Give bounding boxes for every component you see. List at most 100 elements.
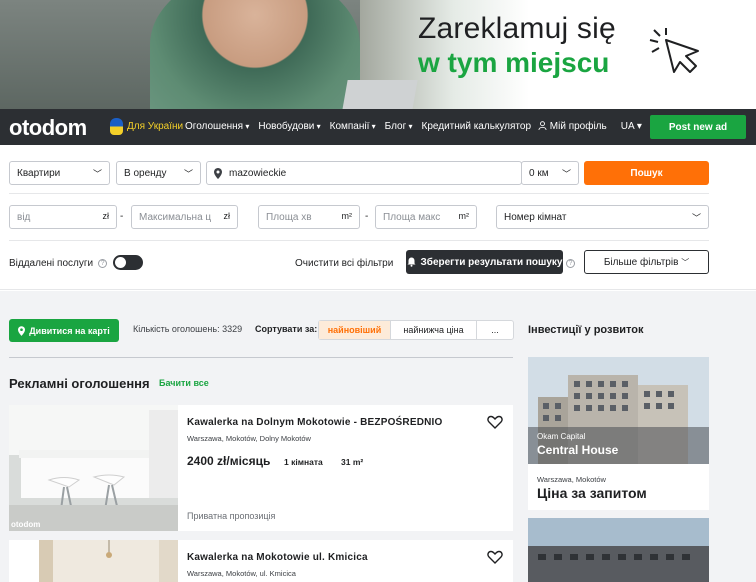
rooms-select[interactable]: Номер кімнат ﹀	[496, 205, 709, 229]
location-input[interactable]: mazowieckie	[206, 161, 522, 185]
listing-title[interactable]: Kawalerka na Dolnym Mokotowie - BEZPOŚRE…	[187, 417, 443, 428]
location-pin-icon	[214, 168, 222, 179]
transaction-type-value: В оренду	[124, 167, 167, 179]
property-type-select[interactable]: Квартири ﹀	[9, 161, 110, 185]
remote-services-text: Віддалені послуги	[9, 258, 94, 269]
info-icon[interactable]: ?	[566, 259, 575, 268]
ukraine-link[interactable]: Для України	[110, 118, 183, 135]
listing-title[interactable]: Kawalerka na Mokotowie ul. Kmicica	[187, 552, 368, 563]
banner-photo	[150, 0, 360, 109]
investment-card[interactable]: Okam Capital Central House Warszawa, Mok…	[528, 357, 709, 510]
view-on-map-label: Дивитися на карті	[29, 325, 110, 336]
my-profile-link[interactable]: Мій профіль	[538, 121, 607, 132]
banner-headline: Zareklamuj się	[418, 12, 616, 45]
nav-item-companies[interactable]: Компанії	[330, 121, 376, 132]
sort-label: Сортувати за:	[255, 324, 318, 334]
property-type-value: Квартири	[17, 167, 61, 179]
language-select[interactable]: UA ▾	[621, 121, 642, 132]
post-ad-button[interactable]: Post new ad	[650, 115, 746, 139]
heart-icon[interactable]	[487, 414, 503, 430]
sort-lowest-price[interactable]: найнижча ціна	[391, 321, 477, 339]
view-on-map-button[interactable]: Дивитися на карті	[9, 319, 119, 342]
chevron-down-icon: ﹀	[183, 169, 193, 179]
banner-subline: w tym miejscu	[418, 47, 610, 78]
range-dash: -	[120, 211, 124, 222]
chevron-down-icon: ﹀	[681, 257, 690, 267]
area-to-input[interactable]: Площа макс m²	[375, 205, 477, 229]
nav-item-listings[interactable]: Оголошення	[185, 121, 249, 132]
my-profile-label: Мій профіль	[549, 121, 607, 132]
listing-area: 31 m²	[341, 457, 364, 467]
otodom-logo[interactable]: otodom	[9, 115, 87, 141]
photo-watermark: otodom	[11, 520, 41, 529]
transaction-type-select[interactable]: В оренду ﹀	[116, 161, 201, 185]
sort-newest[interactable]: найновіший	[319, 321, 391, 339]
investments-title: Інвестиції у розвиток	[528, 324, 644, 336]
nav-item-blog[interactable]: Блог	[385, 121, 413, 132]
more-filters-label: Більше фільтрів	[603, 256, 679, 268]
clear-filters-link[interactable]: Очистити всі фільтри	[295, 258, 393, 269]
heart-icon[interactable]	[487, 549, 503, 565]
bell-icon	[407, 257, 415, 267]
kitchen-image	[9, 405, 178, 531]
listing-address: Warszawa, Mokotów, ul. Kmicica	[187, 569, 296, 578]
sort-more[interactable]: ...	[477, 321, 513, 339]
ad-banner[interactable]: Zareklamuj się w tym miejscu	[0, 0, 756, 109]
investment-price: Ціна за запитом	[537, 485, 647, 501]
chevron-down-icon: ﹀	[691, 213, 701, 223]
interior-image	[9, 540, 178, 582]
radius-select[interactable]: 0 км ﹀	[521, 161, 579, 185]
nav-item-new-builds[interactable]: Новобудови	[258, 121, 320, 132]
area-to-placeholder: Площа макс	[383, 211, 441, 223]
area-from-unit: m²	[341, 211, 353, 221]
language-label: UA	[620, 121, 635, 132]
save-search-label: Зберегти результати пошуку	[420, 256, 563, 268]
listing-card[interactable]: otodom Kawalerka na Dolnym Mokotowie - B…	[9, 405, 513, 531]
user-icon	[538, 121, 547, 131]
investment-address: Warszawa, Mokotów	[537, 475, 606, 484]
price-to-input[interactable]: Максимальна ціна zł	[131, 205, 238, 229]
nav-item-credit-calculator[interactable]: Кредитний калькулятор	[422, 121, 532, 132]
save-search-button[interactable]: Зберегти результати пошуку	[406, 250, 563, 274]
cursor-click-icon	[649, 28, 699, 73]
ukraine-link-label: Для України	[127, 121, 184, 132]
area-to-unit: m²	[458, 211, 470, 221]
area-from-placeholder: Площа хв	[266, 211, 312, 223]
location-pin-icon	[18, 325, 26, 336]
investment-photo[interactable]: Okam Capital Central House	[528, 357, 709, 464]
results-area: Дивитися на карті Кількість оголошень: 3…	[0, 291, 756, 582]
listing-owner-type: Приватна пропозиція	[187, 511, 276, 521]
nav-links: Оголошення Новобудови Компанії Блог Кред…	[185, 121, 531, 132]
sort-options: найновіший найнижча ціна ...	[318, 320, 514, 340]
chevron-down-icon: ﹀	[561, 169, 571, 179]
investment-name: Central House	[537, 443, 619, 457]
remote-services-label: Віддалені послуги ?	[9, 258, 108, 269]
price-to-placeholder: Максимальна ціна	[139, 211, 211, 223]
listing-price: 2400 zł/місяць	[187, 454, 271, 468]
divider	[9, 240, 709, 241]
see-all-link[interactable]: Бачити все	[159, 378, 209, 388]
info-icon[interactable]: ?	[98, 259, 108, 268]
price-to-currency: zł	[223, 211, 231, 221]
investment-card-2-photo[interactable]	[528, 518, 709, 582]
radius-value: 0 км	[529, 167, 549, 179]
ukraine-hand-icon	[110, 118, 123, 135]
listing-photo[interactable]	[9, 540, 178, 582]
top-navigation: otodom Для України Оголошення Новобудови…	[0, 109, 756, 145]
listing-address: Warszawa, Mokotów, Dolny Mokotów	[187, 434, 311, 443]
listing-card[interactable]: Kawalerka na Mokotowie ul. Kmicica Warsz…	[9, 540, 513, 582]
area-from-input[interactable]: Площа хв m²	[258, 205, 360, 229]
location-value: mazowieckie	[229, 167, 287, 179]
listing-photo[interactable]: otodom	[9, 405, 178, 531]
search-button[interactable]: Пошук	[584, 161, 709, 185]
more-filters-button[interactable]: Більше фільтрів ﹀	[584, 250, 709, 274]
price-from-placeholder: від	[17, 211, 31, 223]
building-image	[528, 518, 709, 582]
rooms-value: Номер кімнат	[504, 211, 567, 223]
chevron-down-icon: ﹀	[92, 169, 102, 179]
promoted-listings-title: Рекламні оголошення	[9, 376, 150, 391]
price-from-currency: zł	[102, 211, 110, 221]
remote-services-toggle[interactable]	[113, 255, 143, 270]
search-filters: Квартири ﹀ В оренду ﹀ mazowieckie 0 км ﹀…	[0, 145, 756, 290]
price-from-input[interactable]: від zł	[9, 205, 117, 229]
